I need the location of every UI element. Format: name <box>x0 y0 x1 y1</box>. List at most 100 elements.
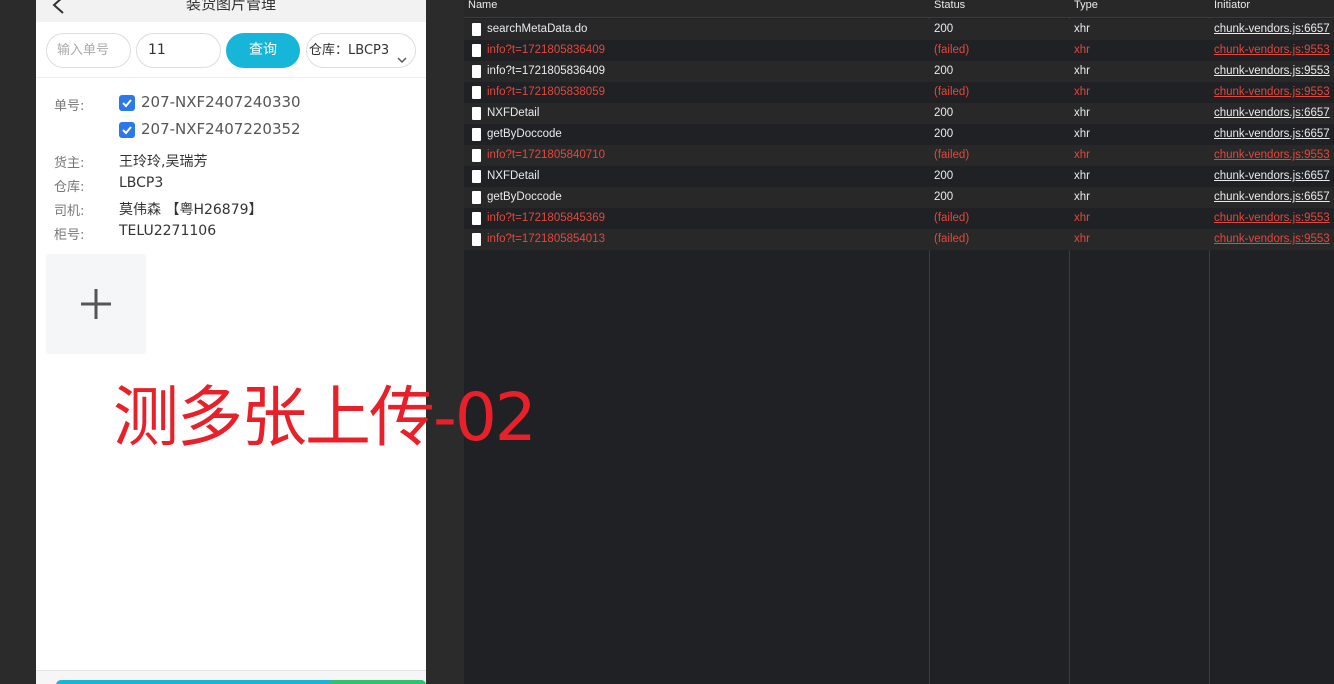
driver-label: 司机: <box>54 204 85 219</box>
driver-value: 莫伟森 【粤H26879】 <box>119 202 263 218</box>
warehouse-value: LBCP3 <box>119 175 164 191</box>
owner-label: 货主: <box>54 156 85 171</box>
request-initiator-link[interactable]: chunk-vendors.js:9553 <box>1214 149 1330 161</box>
network-request-row[interactable]: info?t=1721805836409 200 xhr chunk-vendors.… <box>464 61 1334 82</box>
overlay-caption: 测多张上传-02 <box>113 379 537 456</box>
search-bar: 输入单号 11 查询 仓库：LBCP3 <box>36 22 426 78</box>
request-initiator-link[interactable]: chunk-vendors.js:6657 <box>1214 170 1330 182</box>
mid-gutter <box>426 0 464 684</box>
page-title: 装货图片管理 <box>185 0 276 13</box>
request-status: 200 <box>934 170 954 182</box>
request-initiator-link[interactable]: chunk-vendors.js:9553 <box>1214 212 1330 224</box>
network-request-row[interactable]: info?t=1721805845369 (failed) xhr chunk-ven… <box>464 208 1334 229</box>
request-status: 200 <box>934 107 954 119</box>
request-initiator-link[interactable]: chunk-vendors.js:6657 <box>1214 107 1330 119</box>
container-label: 柜号: <box>54 228 85 243</box>
image-upload-button[interactable] <box>46 254 146 354</box>
network-request-row[interactable]: NXFDetail 200 xhr chunk-vendors.js:6657 <box>464 103 1334 124</box>
app-header: 装货图片管理 <box>36 0 426 22</box>
network-request-row[interactable]: info?t=1721805854013 (failed) xhr chunk-ven… <box>464 229 1334 250</box>
document-icon <box>472 107 481 120</box>
document-icon <box>472 170 481 183</box>
order-number-input[interactable]: 输入单号 <box>46 33 131 68</box>
network-request-row[interactable]: info?t=1721805840710 (failed) xhr chunk-ven… <box>464 145 1334 166</box>
request-status: 200 <box>934 65 954 77</box>
owner-value: 王玲玲,吴瑞芳 <box>119 154 208 170</box>
request-type: xhr <box>1074 170 1090 182</box>
request-type: xhr <box>1074 65 1090 77</box>
container-value: TELU2271106 <box>119 223 217 239</box>
query-button[interactable]: 查询 <box>226 33 300 68</box>
order-checkbox-2[interactable] <box>119 122 135 138</box>
request-status: 200 <box>934 23 954 35</box>
warehouse-label: 仓库: <box>54 180 85 195</box>
network-request-row[interactable]: getByDoccode 200 xhr chunk-vendors.js:6657 <box>464 124 1334 145</box>
request-initiator-link[interactable]: chunk-vendors.js:6657 <box>1214 191 1330 203</box>
request-type: xhr <box>1074 23 1090 35</box>
bottom-action-bar <box>36 670 426 684</box>
network-request-row[interactable]: info?t=1721805838059 (failed) xhr chunk-ven… <box>464 82 1334 103</box>
request-status: (failed) <box>934 44 970 56</box>
document-icon <box>472 128 481 141</box>
request-type: xhr <box>1074 149 1090 161</box>
network-panel: Name Status Type Initiator searchMetaDat… <box>464 0 1334 684</box>
request-name: getByDoccode <box>487 128 562 140</box>
request-name: NXFDetail <box>487 170 540 182</box>
check-icon <box>122 99 132 108</box>
request-type: xhr <box>1074 44 1090 56</box>
quantity-input[interactable]: 11 <box>136 33 221 68</box>
request-type: xhr <box>1074 107 1090 119</box>
column-header-status[interactable]: Status <box>934 0 965 11</box>
request-status: (failed) <box>934 212 970 224</box>
column-header-type[interactable]: Type <box>1074 0 1098 11</box>
request-status: 200 <box>934 191 954 203</box>
request-initiator-link[interactable]: chunk-vendors.js:9553 <box>1214 44 1330 56</box>
document-icon <box>472 212 481 225</box>
order-number-1: 207-NXF2407240330 <box>141 93 301 111</box>
network-table-header: Name Status Type Initiator <box>464 0 1334 18</box>
bottom-secondary-button[interactable] <box>328 680 426 684</box>
request-type: xhr <box>1074 86 1090 98</box>
network-request-row[interactable]: info?t=1721805836409 (failed) xhr chunk-ven… <box>464 40 1334 61</box>
network-request-row[interactable]: searchMetaData.do 200 xhr chunk-vendors.js:… <box>464 19 1334 40</box>
request-type: xhr <box>1074 212 1090 224</box>
check-icon <box>122 126 132 135</box>
mobile-app-panel: 装货图片管理 输入单号 11 查询 仓库：LBCP3 单号: 207-NXF24… <box>36 0 426 684</box>
request-status: (failed) <box>934 233 970 245</box>
request-initiator-link[interactable]: chunk-vendors.js:6657 <box>1214 23 1330 35</box>
document-icon <box>472 23 481 36</box>
request-name: searchMetaData.do <box>487 23 588 35</box>
network-request-row[interactable]: getByDoccode 200 xhr chunk-vendors.js:6657 <box>464 187 1334 208</box>
document-icon <box>472 86 481 99</box>
warehouse-select-label: 仓库： <box>309 43 349 58</box>
request-type: xhr <box>1074 128 1090 140</box>
request-name: info?t=1721805840710 <box>487 149 605 161</box>
request-initiator-link[interactable]: chunk-vendors.js:9553 <box>1214 86 1330 98</box>
request-initiator-link[interactable]: chunk-vendors.js:6657 <box>1214 128 1330 140</box>
request-name: NXFDetail <box>487 107 540 119</box>
column-header-initiator[interactable]: Initiator <box>1214 0 1250 11</box>
request-type: xhr <box>1074 233 1090 245</box>
column-header-name[interactable]: Name <box>468 0 497 11</box>
request-name: getByDoccode <box>487 191 562 203</box>
request-name: info?t=1721805854013 <box>487 233 605 245</box>
left-gutter <box>0 0 36 684</box>
request-initiator-link[interactable]: chunk-vendors.js:9553 <box>1214 65 1330 77</box>
order-checkbox-1[interactable] <box>119 95 135 111</box>
document-icon <box>472 65 481 78</box>
warehouse-select[interactable]: 仓库：LBCP3 <box>306 33 416 68</box>
request-status: 200 <box>934 128 954 140</box>
document-icon <box>472 191 481 204</box>
request-initiator-link[interactable]: chunk-vendors.js:9553 <box>1214 233 1330 245</box>
request-name: info?t=1721805845369 <box>487 212 605 224</box>
request-status: (failed) <box>934 86 970 98</box>
warehouse-select-value: LBCP3 <box>348 43 390 58</box>
document-icon <box>472 149 481 162</box>
document-icon <box>472 233 481 246</box>
chevron-down-icon <box>397 45 407 63</box>
network-request-row[interactable]: NXFDetail 200 xhr chunk-vendors.js:6657 <box>464 166 1334 187</box>
document-icon <box>472 44 481 57</box>
request-name: info?t=1721805838059 <box>487 86 605 98</box>
order-number-2: 207-NXF2407220352 <box>141 120 301 138</box>
plus-icon <box>81 289 111 319</box>
